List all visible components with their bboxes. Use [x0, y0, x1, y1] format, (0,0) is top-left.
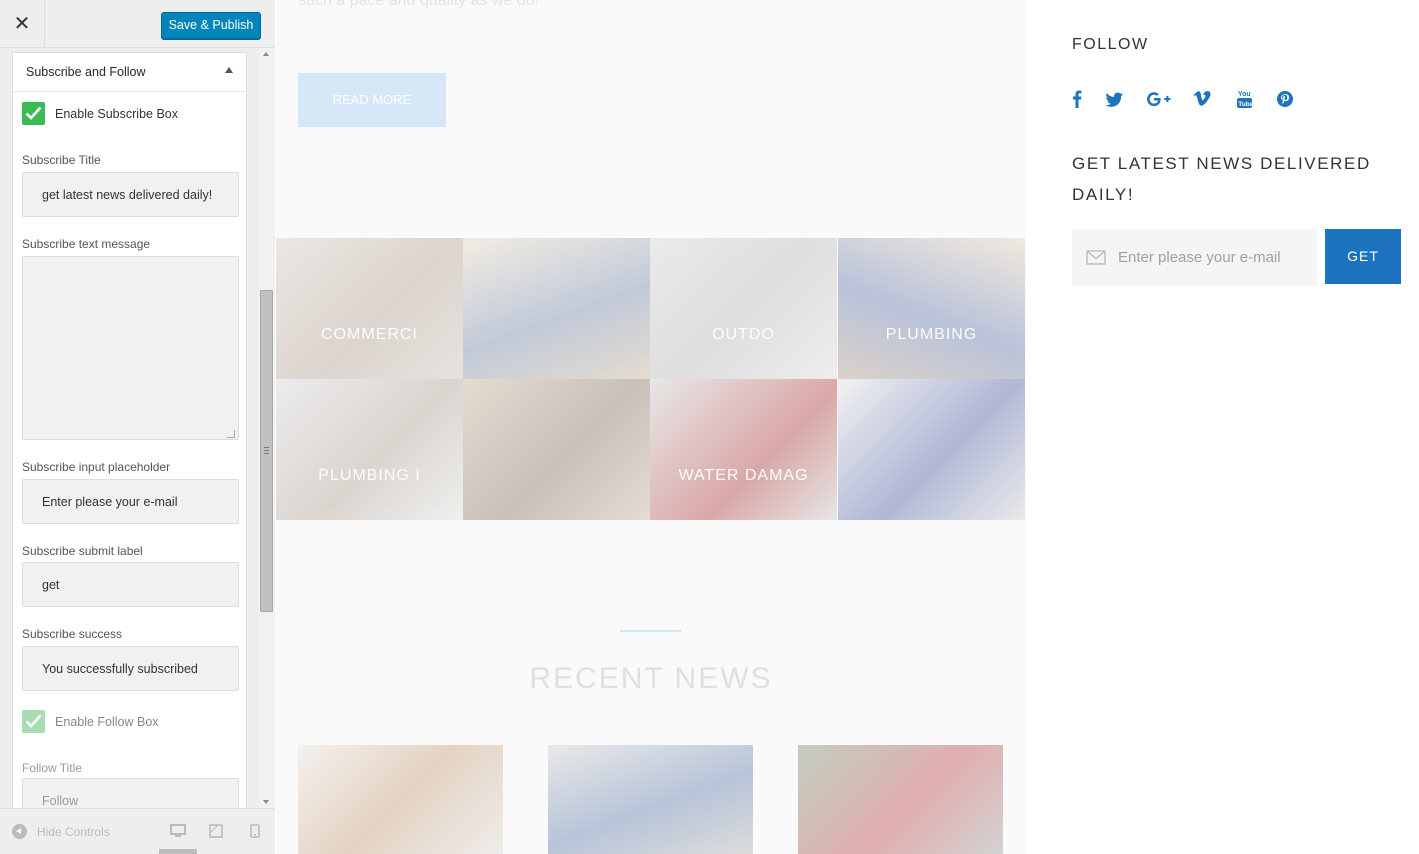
- subscribe-success-input[interactable]: [22, 646, 239, 691]
- active-device-indicator: [159, 849, 197, 854]
- email-input[interactable]: [1118, 229, 1308, 286]
- svg-text:You: You: [1238, 91, 1251, 98]
- follow-heading: FOLLOW: [1072, 36, 1149, 53]
- subscribe-submit-label: Subscribe submit label: [22, 544, 143, 558]
- envelope-icon: [1086, 250, 1106, 265]
- facebook-icon[interactable]: [1072, 89, 1082, 109]
- desktop-icon[interactable]: [170, 824, 186, 838]
- section-header-subscribe-follow[interactable]: Subscribe and Follow: [12, 52, 247, 92]
- section-body: Enable Subscribe Box Subscribe Title Sub…: [12, 92, 247, 808]
- section-title: Subscribe and Follow: [26, 65, 146, 79]
- site-preview: such a pace and quality as we do! READ M…: [276, 0, 1419, 854]
- news-thumbnail[interactable]: [798, 745, 1003, 854]
- check-icon: [25, 714, 42, 728]
- email-field[interactable]: [1072, 229, 1317, 286]
- enable-subscribe-checkbox[interactable]: [22, 102, 45, 125]
- svg-text:Tube: Tube: [1238, 101, 1253, 108]
- subscribe-submit-input[interactable]: [22, 562, 239, 607]
- enable-follow-label: Enable Follow Box: [55, 715, 159, 729]
- subscribe-success-label: Subscribe success: [22, 627, 123, 641]
- news-thumbnail[interactable]: [548, 745, 753, 854]
- subscribe-placeholder-input[interactable]: [22, 479, 239, 524]
- subscribe-placeholder-label: Subscribe input placeholder: [22, 460, 171, 474]
- recent-news-heading: RECENT NEWS: [529, 662, 773, 695]
- save-publish-button[interactable]: Save & Publish: [161, 12, 261, 39]
- follow-title-label: Follow Title: [22, 761, 83, 775]
- news-thumbnail[interactable]: [298, 745, 503, 854]
- twitter-icon[interactable]: [1105, 89, 1124, 109]
- enable-subscribe-label: Enable Subscribe Box: [55, 107, 178, 121]
- subscribe-title-label: Subscribe Title: [22, 153, 101, 167]
- subscribe-text-label: Subscribe text message: [22, 237, 151, 251]
- gallery-tile[interactable]: [463, 238, 650, 379]
- services-gallery: COMMERCI OUTDO PLUMBING PLUMBING I WATER…: [276, 238, 1026, 521]
- tablet-icon[interactable]: [209, 824, 223, 838]
- vimeo-icon[interactable]: [1193, 89, 1211, 109]
- enable-follow-checkbox[interactable]: [22, 710, 45, 733]
- collapse-icon[interactable]: [12, 824, 27, 839]
- scrollbar[interactable]: [258, 48, 275, 808]
- gallery-tile-label: PLUMBING: [885, 326, 978, 343]
- hide-controls-button[interactable]: Hide Controls: [37, 825, 110, 839]
- intro-text: such a pace and quality as we do!: [298, 0, 540, 9]
- main-content: such a pace and quality as we do! READ M…: [276, 0, 1026, 854]
- gallery-tile-label: WATER DAMAG: [678, 467, 809, 484]
- gallery-tile-label: COMMERCI: [321, 326, 418, 343]
- sidebar-widget: FOLLOW You Tube GET LATEST NEWS DELIVERED…: [1048, 0, 1419, 854]
- scroll-thumb[interactable]: [260, 290, 273, 612]
- subscribe-text-textarea[interactable]: [22, 256, 239, 440]
- gallery-tile[interactable]: [838, 379, 1025, 520]
- gallery-tile[interactable]: COMMERCI: [276, 238, 463, 379]
- gallery-tile[interactable]: PLUMBING I: [276, 379, 463, 520]
- youtube-icon[interactable]: You Tube: [1236, 89, 1253, 109]
- scroll-down-arrow-icon[interactable]: [263, 800, 269, 804]
- customizer-footer: Hide Controls: [0, 808, 275, 854]
- collapse-arrow-icon: [225, 67, 233, 73]
- google-plus-icon[interactable]: [1146, 89, 1172, 109]
- gallery-tile-label: PLUMBING I: [318, 467, 421, 484]
- gallery-tile[interactable]: PLUMBING: [838, 238, 1025, 379]
- customizer-header: ✕ Save & Publish: [0, 0, 275, 48]
- read-more-button[interactable]: READ MORE: [298, 73, 446, 127]
- gallery-tile-label: OUTDO: [712, 326, 775, 343]
- customizer-panel: ✕ Save & Publish Subscribe and Follow En…: [0, 0, 275, 854]
- mobile-icon[interactable]: [250, 824, 260, 838]
- subscribe-heading: GET LATEST NEWS DELIVERED DAILY!: [1072, 154, 1371, 204]
- grip-icon: [264, 447, 269, 454]
- resize-handle-icon[interactable]: [227, 430, 235, 438]
- check-icon: [25, 106, 42, 120]
- customizer-scroll-area: Subscribe and Follow Enable Subscribe Bo…: [0, 48, 258, 808]
- gallery-tile[interactable]: WATER DAMAG: [650, 379, 837, 520]
- scroll-up-arrow-icon[interactable]: [263, 52, 269, 56]
- heading-divider: [620, 630, 681, 632]
- follow-title-input[interactable]: [22, 778, 239, 808]
- close-button[interactable]: ✕: [0, 0, 45, 48]
- get-button[interactable]: GET: [1325, 229, 1401, 284]
- subscribe-title-input[interactable]: [22, 172, 239, 217]
- gallery-tile[interactable]: OUTDO: [650, 238, 837, 379]
- pinterest-icon[interactable]: [1276, 89, 1294, 109]
- gallery-tile[interactable]: [463, 379, 650, 520]
